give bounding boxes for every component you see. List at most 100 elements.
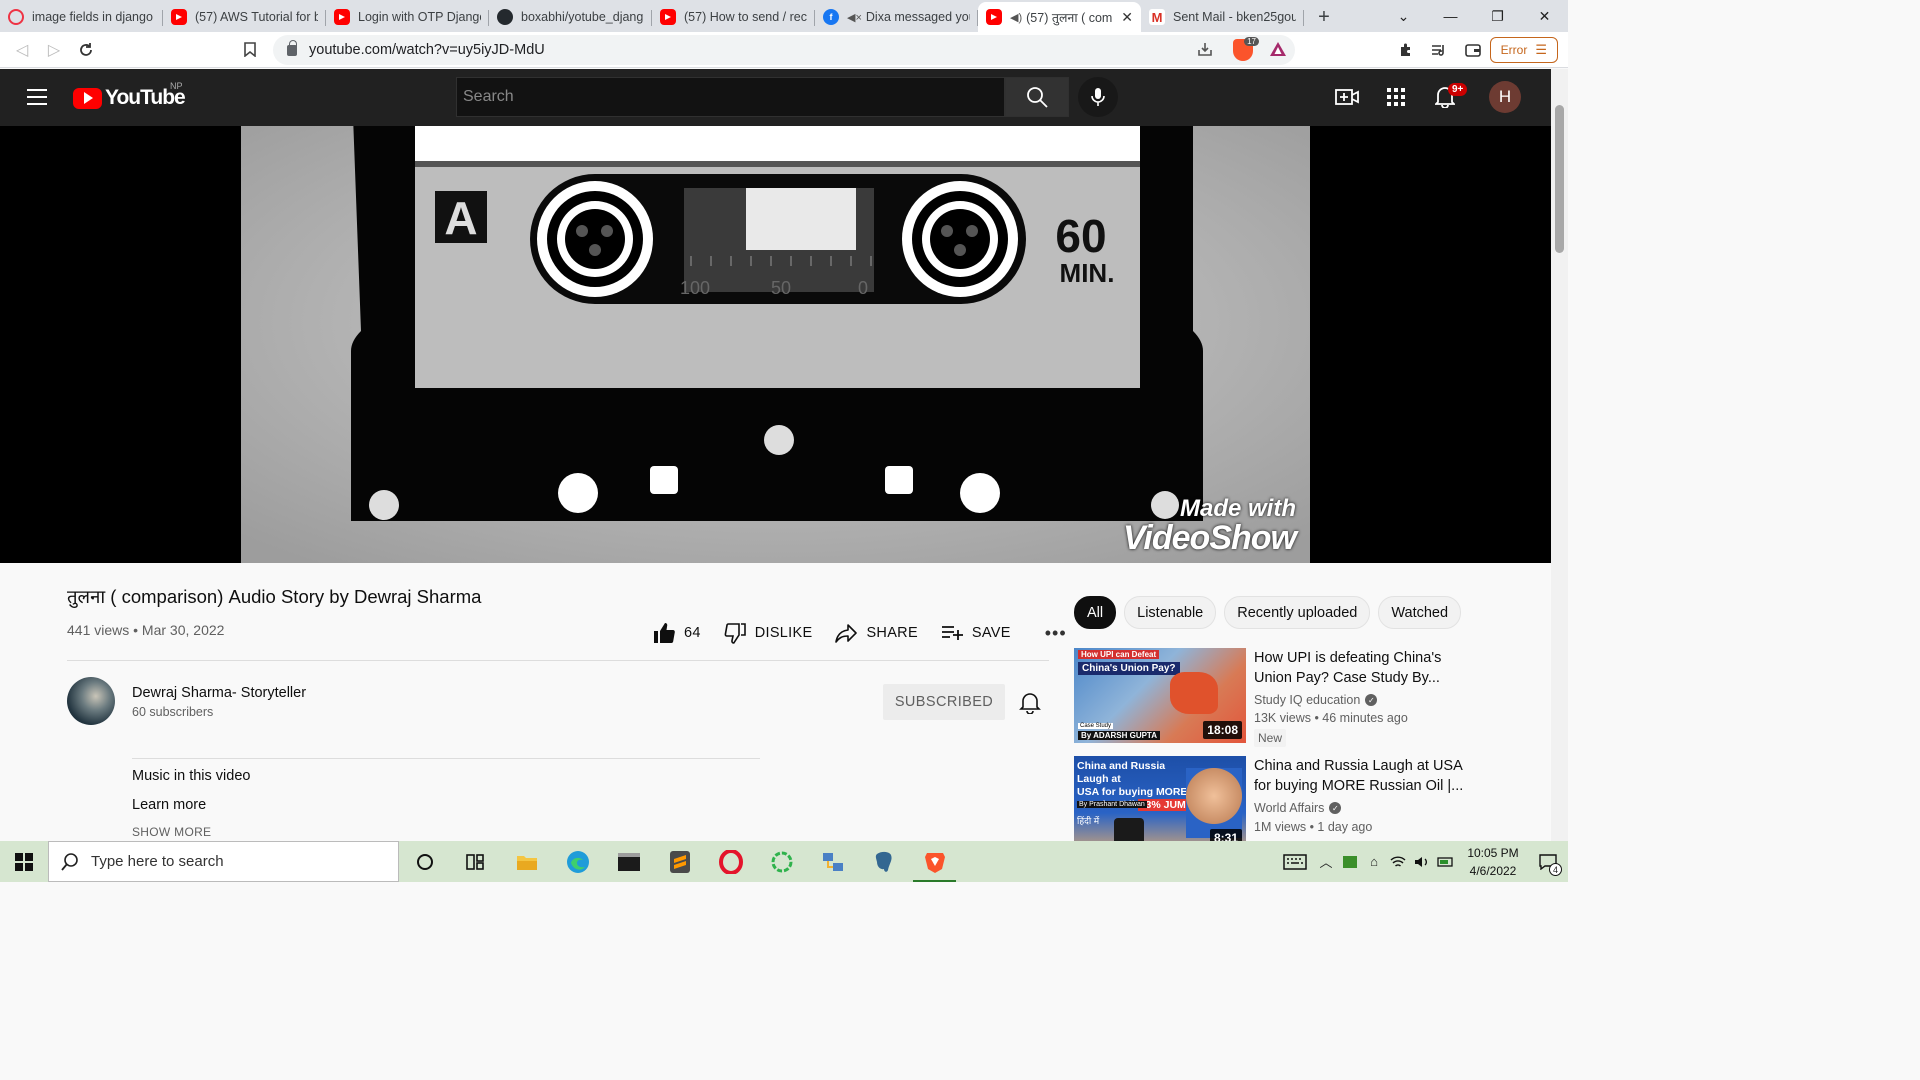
windows-start-icon[interactable] [0,841,48,882]
back-icon[interactable]: ◁ [6,34,38,66]
search-button[interactable] [1005,77,1069,117]
thumbnail-caption: By Prashant Dhawan [1077,801,1147,808]
suggested-video-title[interactable]: How UPI is defeating China's Union Pay? … [1254,648,1469,688]
create-video-icon[interactable] [1333,83,1361,111]
brave-rewards-icon[interactable] [1269,41,1287,61]
error-button[interactable]: Error ☰ [1489,37,1558,63]
suggested-video-meta: 1M views • 1 day ago [1254,820,1373,834]
file-explorer-icon[interactable] [501,841,552,882]
terminal-icon[interactable] [603,841,654,882]
install-icon[interactable] [1197,41,1213,61]
opera-icon[interactable] [705,841,756,882]
thumbnail-caption: हिंदी में [1077,816,1100,826]
browser-tab[interactable]: (57) AWS Tutorial for b [163,2,326,32]
video-player[interactable]: A 100 50 0 60 MIN. Made with VideoShow [0,126,1551,563]
keyboard-icon[interactable] [1276,841,1314,882]
clock-date: 4/6/2022 [1469,863,1517,878]
suggested-video-meta: 13K views • 46 minutes ago [1254,711,1408,725]
like-button[interactable]: 64 [652,621,701,645]
browser-tab[interactable]: M Sent Mail - bken25gou [1141,2,1304,32]
wifi-icon[interactable] [1386,841,1410,882]
wallet-icon[interactable] [1457,34,1489,66]
show-more-button[interactable]: SHOW MORE [132,825,211,839]
like-count: 64 [684,625,701,641]
more-actions-icon[interactable]: ••• [1045,623,1067,644]
youtube-icon [660,9,676,25]
browser-tab[interactable]: image fields in django [0,2,163,32]
show-hidden-icons[interactable]: ︿ [1314,841,1338,882]
subscribed-button[interactable]: SUBSCRIBED [883,684,1005,720]
divider [132,758,760,759]
reload-icon[interactable] [70,34,102,66]
suggested-channel-name: Study IQ education [1254,693,1361,707]
system-clock[interactable]: 10:05 PM 4/6/2022 [1458,844,1528,880]
url-text: youtube.com/watch?v=uy5iyJD-MdU [309,42,545,58]
suggested-video[interactable]: How UPI can Defeat China's Union Pay? Ca… [1074,648,1534,748]
video-thumbnail[interactable]: China and Russia Laugh at USA for buying… [1074,756,1246,841]
battery-icon[interactable] [1434,841,1458,882]
scrollbar-thumb[interactable] [1555,105,1564,253]
postgres-icon[interactable] [858,841,909,882]
close-tab-icon[interactable]: ✕ [1121,9,1133,26]
browser-tab[interactable]: (57) How to send / rec [652,2,815,32]
cortana-icon[interactable] [399,841,450,882]
usb-device-icon[interactable]: ⌂ [1362,841,1386,882]
notification-bell-icon[interactable] [1018,690,1042,714]
search-input[interactable] [456,77,1005,117]
tab-search-icon[interactable]: ⌄ [1380,0,1427,32]
new-tab-button[interactable]: + [1304,2,1344,32]
youtube-logo[interactable]: YouTube NP [73,81,186,110]
chip-watched[interactable]: Watched [1378,596,1462,629]
learn-more-link[interactable]: Learn more [132,797,206,813]
account-avatar[interactable]: H [1489,81,1521,113]
speaker-icon[interactable]: ◀) [1010,11,1022,24]
suggested-channel[interactable]: Study IQ education ✓ [1254,693,1378,707]
mute-icon[interactable]: ◀× [847,11,862,24]
browser-tab[interactable]: f ◀× Dixa messaged you [815,2,978,32]
address-bar[interactable]: youtube.com/watch?v=uy5iyJD-MdU 17 [273,35,1295,65]
save-button[interactable]: SAVE [940,621,1011,645]
chip-all[interactable]: All [1074,596,1117,629]
browser-tab[interactable]: Login with OTP Django [326,2,489,32]
action-center-icon[interactable]: 4 [1528,841,1568,882]
restore-icon[interactable]: ❐ [1474,0,1521,32]
suggested-channel[interactable]: World Affairs ✓ [1254,801,1342,815]
app-icon[interactable] [756,841,807,882]
tab-title: image fields in django [32,10,153,24]
sublime-text-icon[interactable] [654,841,705,882]
dislike-button[interactable]: DISLIKE [723,621,813,645]
suggested-video-title[interactable]: China and Russia Laugh at USA for buying… [1254,756,1469,796]
share-button[interactable]: SHARE [834,621,918,645]
youtube-play-icon [73,87,102,109]
nvidia-icon[interactable] [1338,841,1362,882]
network-app-icon[interactable] [807,841,858,882]
lock-icon [287,39,297,56]
extensions-icon[interactable] [1390,34,1422,66]
volume-icon[interactable] [1410,841,1434,882]
chip-listenable[interactable]: Listenable [1124,596,1217,629]
taskbar-search-box[interactable]: Type here to search [48,841,399,882]
bookmark-icon[interactable] [234,34,266,66]
edge-browser-icon[interactable] [552,841,603,882]
video-thumbnail[interactable]: How UPI can Defeat China's Union Pay? Ca… [1074,648,1246,743]
media-control-icon[interactable] [1422,34,1454,66]
brave-browser-icon[interactable] [909,841,960,882]
close-window-icon[interactable]: ✕ [1521,0,1568,32]
hamburger-menu-icon[interactable] [27,89,47,105]
browser-tab[interactable]: boxabhi/yotube_djang [489,2,652,32]
voice-search-button[interactable] [1078,77,1118,117]
minimize-icon[interactable]: — [1427,0,1474,32]
channel-name[interactable]: Dewraj Sharma- Storyteller [132,685,306,701]
task-view-icon[interactable] [450,841,501,882]
thumbnail-caption: By ADARSH GUPTA [1078,731,1161,740]
forward-icon[interactable]: ▷ [38,34,70,66]
apps-grid-icon[interactable] [1382,83,1410,111]
chip-recently-uploaded[interactable]: Recently uploaded [1224,596,1371,629]
system-tray: ︿ ⌂ 10:05 PM 4/6/2022 4 [1276,841,1568,882]
channel-avatar[interactable] [67,677,115,725]
suggested-video[interactable]: China and Russia Laugh at USA for buying… [1074,756,1534,841]
tape-length-number: 60 [1055,210,1106,262]
browser-tab-active[interactable]: ◀) (57) तुलना ( com ✕ [978,2,1141,32]
page-scrollbar[interactable] [1551,69,1568,841]
brave-shield-icon[interactable]: 17 [1233,37,1259,61]
